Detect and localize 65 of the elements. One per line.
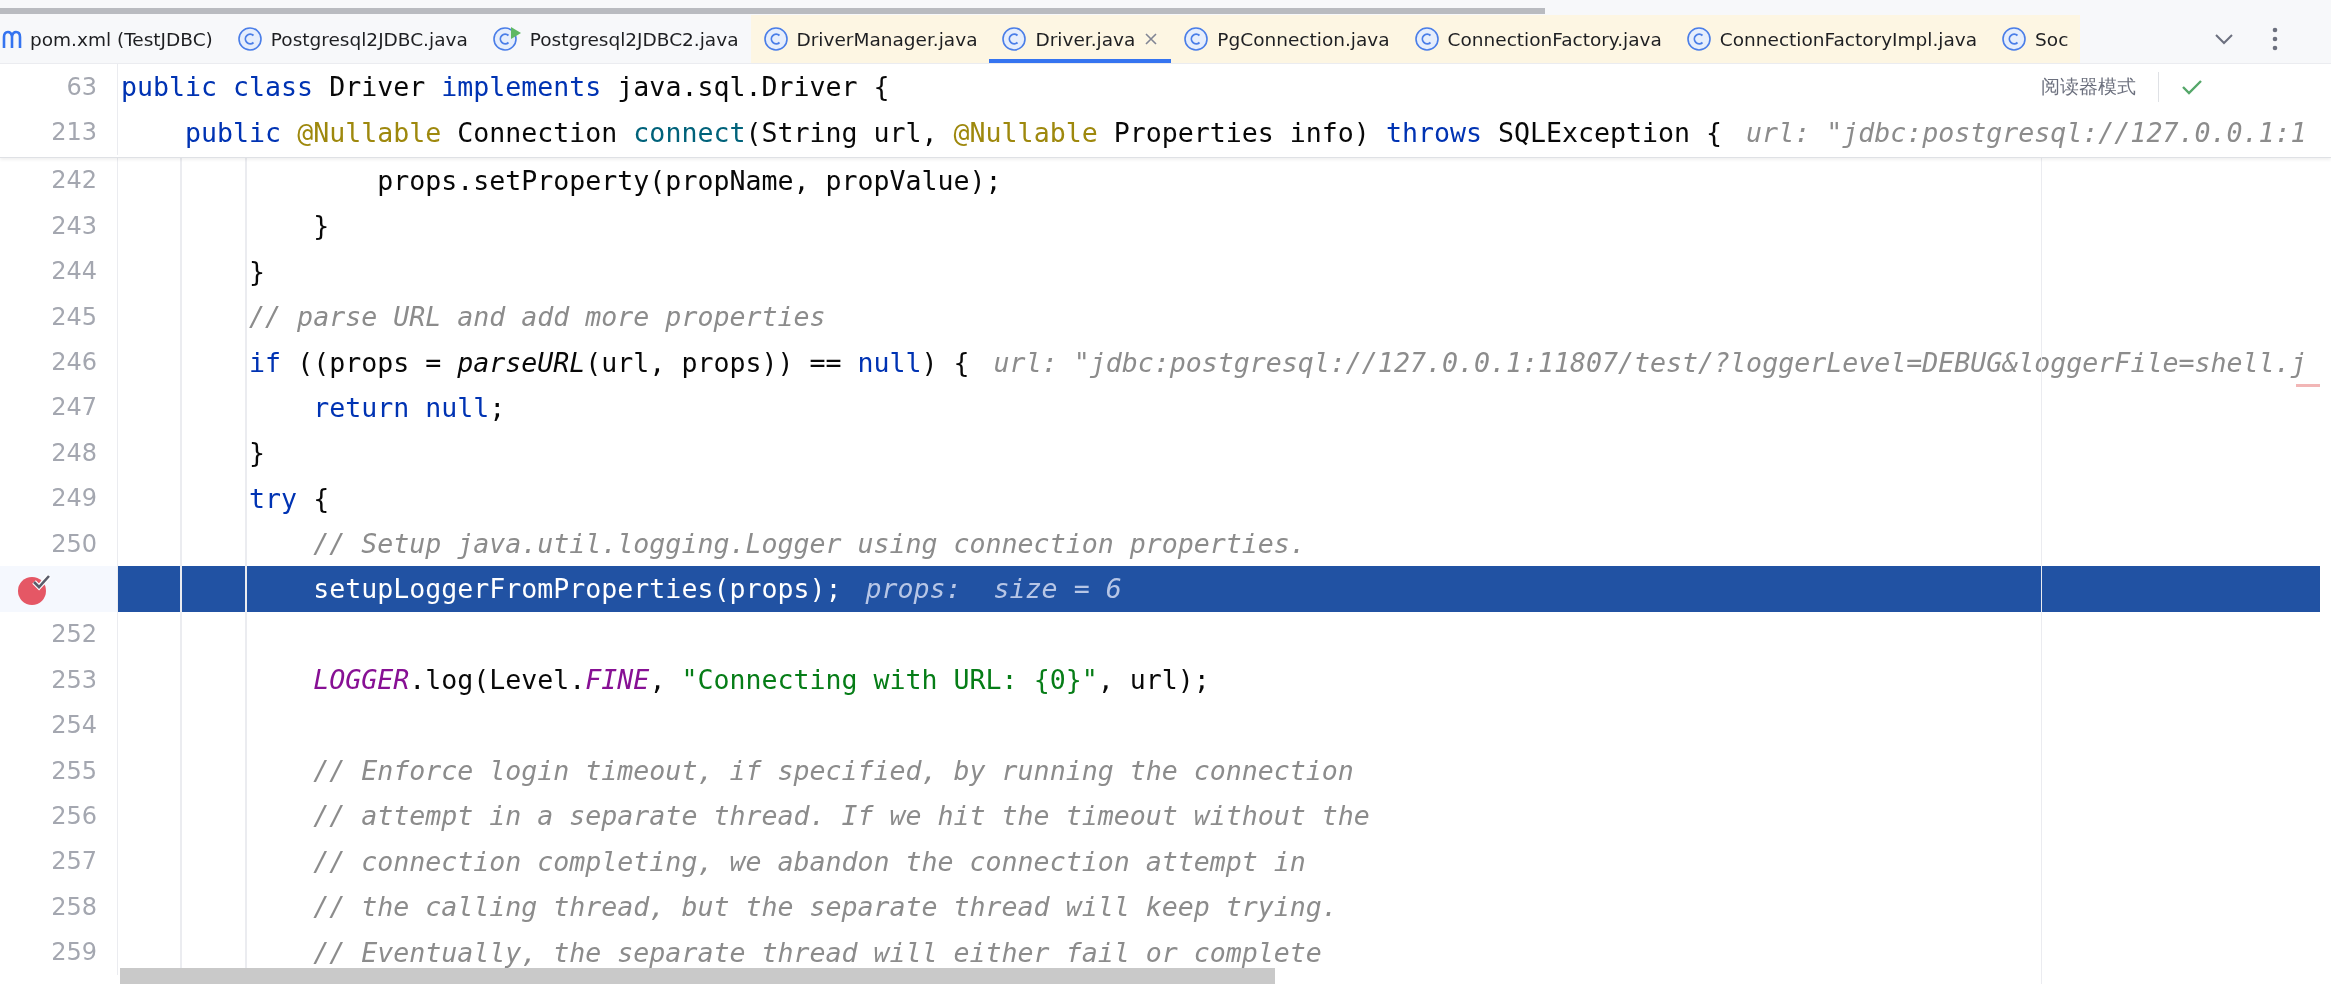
check-icon [2181, 77, 2203, 96]
editor-tab[interactable]: PgConnection.java [1171, 15, 1402, 63]
code-text: } [312, 210, 330, 242]
line-number: 213 [51, 118, 97, 147]
code-text: // Eventually, the separate thread will either fail or complete [312, 936, 1322, 968]
editor-tab[interactable]: pom.xml (TestJDBC) [0, 15, 225, 63]
line-number: 253 [51, 665, 97, 694]
code-text: // Enforce login timeout, if specified, by running the connection [312, 755, 1354, 787]
more-icon[interactable] [2271, 26, 2279, 52]
tab-scrollbar[interactable] [0, 8, 1545, 14]
class-icon [762, 26, 789, 52]
line-number: 246 [51, 348, 97, 377]
line-number: 244 [51, 257, 97, 286]
line-number: 245 [51, 302, 97, 331]
code-text: props.setProperty(propName, propValue); [376, 164, 1002, 196]
class-icon [236, 26, 263, 52]
line-number: 249 [51, 484, 97, 513]
code-text: // connection completing, we abandon the connection attempt in [312, 845, 1306, 877]
close-icon[interactable] [1143, 31, 1160, 47]
line-number: 257 [51, 847, 97, 876]
editor-tab[interactable]: ConnectionFactoryImpl.java [1673, 15, 1990, 63]
editor-tab[interactable]: Driver.java [989, 15, 1172, 63]
line-number: 248 [51, 438, 97, 467]
reader-mode-link[interactable]: 阅读器模式 [2041, 73, 2136, 100]
horizontal-scrollbar[interactable] [120, 968, 1275, 984]
editor-tab[interactable]: DriverManager.java [750, 15, 990, 63]
class-icon [1413, 26, 1440, 52]
line-number: 247 [51, 393, 97, 422]
code-text: } [248, 255, 266, 287]
line-number: 259 [51, 938, 97, 967]
line-number: 256 [51, 801, 97, 830]
editor-tab[interactable]: Postgresql2JDBC.java [224, 15, 480, 63]
editor-tab[interactable]: ConnectionFactory.java [1401, 15, 1674, 63]
code-text: try { [248, 482, 330, 514]
line-number: 258 [51, 892, 97, 921]
code-text: public @Nullable Connection connect(String url, @Nullable Properties info) throws SQLException { [184, 116, 1723, 148]
editor-tab[interactable]: Postgresql2JDBC2.java [479, 15, 751, 63]
maven-icon [2, 28, 22, 50]
code-text: // parse URL and add more properties [248, 301, 826, 333]
inlay-hint: url: "jdbc:postgresql://127.0.0.1:1 [1746, 116, 2307, 148]
line-number: 252 [51, 620, 97, 649]
class-icon [1685, 26, 1712, 52]
line-number: 254 [51, 711, 97, 740]
chevron-down-icon[interactable] [2213, 32, 2235, 46]
code-text: // Setup java.util.logging.Logger using connection properties. [312, 528, 1306, 560]
class-icon [1183, 26, 1210, 52]
line-number: 242 [51, 166, 97, 195]
class-icon [2001, 26, 2028, 52]
inlay-hint: props: size = 6 [865, 573, 1122, 605]
class-run-icon [491, 26, 522, 52]
inlay-hint: url: "jdbc:postgresql://127.0.0.1:11807/test/?loggerLevel=DEBUG&loggerFile=shell.j [993, 346, 2307, 378]
line-number: 255 [51, 756, 97, 785]
editor-tab[interactable]: Soc [1989, 15, 2081, 63]
code-text: } [248, 437, 266, 469]
code-text: LOGGER.log(Level.FINE, "Connecting with URL: {0}", url); [312, 664, 1210, 696]
code-text: // the calling thread, but the separate thread will keep trying. [312, 891, 1338, 923]
code-text: setupLoggerFromProperties(props); [312, 573, 842, 605]
code-text: if ((props = parseURL(url, props)) == null) { [248, 346, 970, 378]
line-number: 250 [51, 529, 97, 558]
class-icon [1001, 26, 1028, 52]
code-text: public class Driver implements java.sql.Driver { [121, 71, 890, 103]
code-text: return null; [312, 391, 506, 423]
code-text: // attempt in a separate thread. If we hit the timeout without the [312, 800, 1370, 832]
line-number: 243 [51, 211, 97, 240]
line-number: 63 [66, 72, 97, 101]
